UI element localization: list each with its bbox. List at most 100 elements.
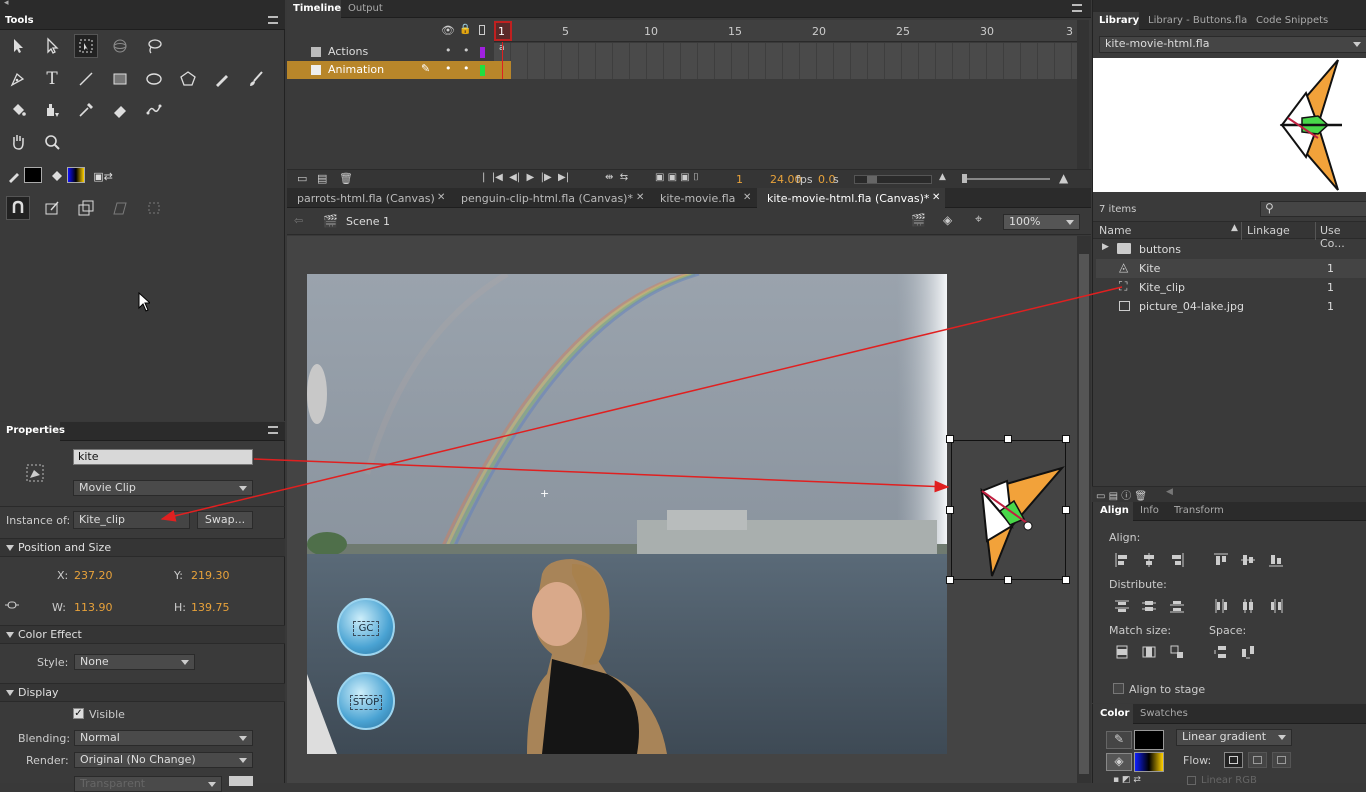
match-height-icon[interactable] xyxy=(1141,644,1157,660)
transform-handle[interactable] xyxy=(946,435,954,443)
pen-tool-icon[interactable] xyxy=(6,67,30,91)
rectangle-tool-icon[interactable] xyxy=(108,67,132,91)
align-bottom-edge-icon[interactable] xyxy=(1268,552,1284,568)
sort-ascending-icon[interactable]: ▲ xyxy=(1231,223,1238,233)
timeline-hscroll[interactable] xyxy=(854,175,932,184)
fill-color-swatch[interactable] xyxy=(67,167,85,183)
distribute-hcenter-icon[interactable] xyxy=(1240,598,1256,614)
close-tab-icon[interactable]: ✕ xyxy=(437,192,445,203)
stroke-color-swatch[interactable] xyxy=(24,167,42,183)
symbol-type-dropdown[interactable]: Movie Clip xyxy=(73,480,253,496)
actions-frames[interactable]: a xyxy=(494,43,1077,61)
swap-colors-icon[interactable]: ▣⇄ xyxy=(91,164,115,188)
tab-color[interactable]: Color xyxy=(1100,708,1129,719)
bone-tool-icon[interactable] xyxy=(142,98,166,122)
close-tab-icon[interactable]: ✕ xyxy=(743,192,751,203)
edit-symbol-icon[interactable]: ◈ xyxy=(943,213,952,227)
x-value[interactable]: 237.20 xyxy=(74,569,113,582)
linear-rgb-checkbox[interactable] xyxy=(1187,776,1196,785)
space-vertical-icon[interactable] xyxy=(1213,644,1229,660)
layer-row-actions[interactable]: Actions • • xyxy=(287,43,494,61)
color-effect-section[interactable]: Color Effect xyxy=(0,625,285,644)
zoom-slider[interactable] xyxy=(962,174,1050,183)
stage-canvas[interactable]: GC STOP + xyxy=(307,274,947,754)
tab-info[interactable]: Info xyxy=(1140,505,1159,516)
flow-extend-icon[interactable] xyxy=(1224,752,1243,768)
display-section[interactable]: Display xyxy=(0,683,285,702)
transform-handle[interactable] xyxy=(1004,435,1012,443)
doc-tab-penguin[interactable]: penguin-clip-html.fla (Canvas)* xyxy=(461,189,633,208)
transform-handle[interactable] xyxy=(1062,506,1070,514)
lasso-tool-icon[interactable] xyxy=(142,34,166,58)
layer-outline-color[interactable] xyxy=(480,47,485,58)
fill-bucket-icon[interactable]: ◈ xyxy=(1106,753,1132,771)
doc-tab-kite-movie[interactable]: kite-movie.fla xyxy=(660,189,735,208)
layer-lock-dot[interactable]: • xyxy=(463,62,470,75)
align-top-edge-icon[interactable] xyxy=(1213,552,1229,568)
paint-bucket-tool-icon[interactable] xyxy=(6,98,30,122)
back-arrow-icon[interactable]: ⇦ xyxy=(294,214,303,227)
distribute-left-icon[interactable] xyxy=(1213,598,1229,614)
y-value[interactable]: 219.30 xyxy=(191,569,230,582)
match-width-icon[interactable] xyxy=(1114,644,1130,660)
instance-name-input[interactable]: kite xyxy=(73,449,253,465)
align-horizontal-center-icon[interactable] xyxy=(1141,552,1157,568)
background-color-swatch[interactable] xyxy=(229,776,253,786)
smooth-icon[interactable] xyxy=(40,196,64,220)
eraser-tool-icon[interactable] xyxy=(108,98,132,122)
visible-checkbox[interactable]: ✓ xyxy=(73,708,84,719)
onion-skin-icons[interactable]: ▣ ▣ ▣ ⌷ xyxy=(655,172,699,183)
stop-stage-button[interactable]: STOP xyxy=(337,672,395,730)
library-search-input[interactable]: ⚲ xyxy=(1260,201,1366,217)
column-linkage[interactable]: Linkage xyxy=(1247,224,1290,237)
distribute-right-icon[interactable] xyxy=(1268,598,1284,614)
instance-of-field[interactable]: Kite_clip xyxy=(73,511,190,529)
new-layer-icon[interactable]: ▭ xyxy=(297,172,307,185)
blending-dropdown[interactable]: Normal xyxy=(74,730,253,746)
doc-tab-parrots[interactable]: parrots-html.fla (Canvas) xyxy=(297,189,435,208)
tab-library-buttons[interactable]: Library - Buttons.fla xyxy=(1148,15,1247,26)
loop-icons[interactable]: ⇹ ⇆ xyxy=(605,172,628,183)
library-item-picture[interactable]: picture_04-lake.jpg 1 xyxy=(1096,297,1366,316)
render-dropdown[interactable]: Original (No Change) xyxy=(74,752,253,768)
layer-visible-dot[interactable]: • xyxy=(445,44,452,57)
panel-menu-icon[interactable] xyxy=(268,16,278,24)
delete-layer-icon[interactable]: 🗑 xyxy=(339,172,353,185)
ink-bottle-tool-icon[interactable] xyxy=(40,98,64,122)
transform-handle[interactable] xyxy=(946,506,954,514)
close-tab-icon[interactable]: ✕ xyxy=(636,192,644,203)
align-vertical-center-icon[interactable] xyxy=(1240,552,1256,568)
scroll-left-icon[interactable]: ◀ xyxy=(1166,487,1173,497)
position-size-section[interactable]: Position and Size xyxy=(0,538,285,557)
stroke-color-swatch[interactable] xyxy=(1134,730,1164,750)
gc-stage-button[interactable]: GC xyxy=(337,598,395,656)
eyedropper-tool-icon[interactable] xyxy=(74,98,98,122)
tab-output[interactable]: Output xyxy=(348,3,383,14)
lock-ratio-icon[interactable] xyxy=(4,599,20,614)
tab-library[interactable]: Library xyxy=(1099,15,1139,26)
frame-ruler[interactable]: 1 5 10 15 20 25 30 3 xyxy=(494,20,1077,42)
zoom-tool-icon[interactable] xyxy=(40,130,64,154)
transform-handle[interactable] xyxy=(946,576,954,584)
layer-row-animation[interactable]: Animation ✎ • • xyxy=(287,61,494,79)
current-frame-value[interactable]: 1 xyxy=(736,173,743,186)
layer-outline-color[interactable] xyxy=(480,65,485,76)
outline-icon[interactable] xyxy=(479,25,485,35)
zoom-in-icon[interactable]: ▲ xyxy=(1059,171,1068,185)
panel-menu-icon[interactable] xyxy=(268,426,278,434)
library-item-kite[interactable]: ◬ Kite 1 xyxy=(1096,259,1366,278)
library-document-dropdown[interactable]: kite-movie-html.fla xyxy=(1099,36,1366,53)
panel-menu-icon[interactable] xyxy=(1072,4,1082,12)
stroke-pencil-icon[interactable]: ✎ xyxy=(1106,731,1132,749)
new-folder-icon[interactable]: ▤ xyxy=(317,172,327,185)
straighten-icon[interactable] xyxy=(74,196,98,220)
match-width-height-icon[interactable] xyxy=(1169,644,1185,660)
column-name[interactable]: Name xyxy=(1099,224,1131,237)
expand-arrow-icon[interactable]: ▶ xyxy=(1102,242,1109,252)
rotate-skew-icon[interactable] xyxy=(108,196,132,220)
doc-tab-kite-movie-html[interactable]: kite-movie-html.fla (Canvas)* xyxy=(767,189,929,208)
tab-timeline[interactable]: Timeline xyxy=(293,3,341,14)
edit-scene-icon[interactable]: 🎬 xyxy=(911,213,926,227)
library-action-icons[interactable]: ▭ ▤ ⓘ 🗑 xyxy=(1096,487,1147,502)
h-value[interactable]: 139.75 xyxy=(191,601,230,614)
